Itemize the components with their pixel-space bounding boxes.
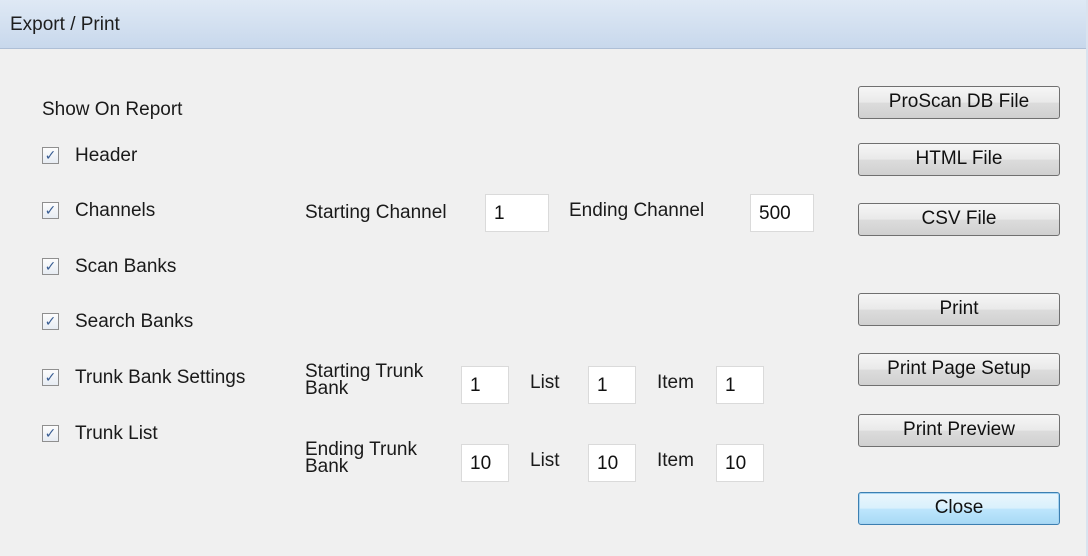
checkmark-icon: ✓ — [44, 425, 57, 441]
close-button[interactable]: Close — [858, 492, 1060, 525]
export-print-dialog: Export / Print Show On Report ✓ Header ✓… — [0, 0, 1088, 556]
channels-checkbox[interactable]: ✓ — [42, 202, 59, 219]
ending-item-input[interactable]: 10 — [716, 444, 764, 482]
ending-channel-label: Ending Channel — [569, 200, 705, 221]
window-title: Export / Print — [10, 14, 120, 35]
starting-item-input[interactable]: 1 — [716, 366, 764, 404]
scan-banks-checkbox-label[interactable]: Scan Banks — [75, 256, 176, 278]
channels-checkbox-label[interactable]: Channels — [75, 200, 155, 222]
trunk-bank-settings-checkbox[interactable]: ✓ — [42, 369, 59, 386]
scan-banks-checkbox[interactable]: ✓ — [42, 258, 59, 275]
starting-trunk-bank-input[interactable]: 1 — [461, 366, 509, 404]
ending-trunk-bank-label: Ending Trunk Bank — [305, 439, 417, 477]
ending-channel-input[interactable]: 500 — [750, 194, 814, 232]
search-banks-checkbox-label[interactable]: Search Banks — [75, 311, 193, 333]
starting-list-label: List — [530, 372, 560, 393]
ending-list-input[interactable]: 10 — [588, 444, 636, 482]
checkmark-icon: ✓ — [44, 202, 57, 218]
checkmark-icon: ✓ — [44, 313, 57, 329]
csv-file-button[interactable]: CSV File — [858, 203, 1060, 236]
ending-list-label: List — [530, 450, 560, 471]
print-button[interactable]: Print — [858, 293, 1060, 326]
search-banks-checkbox[interactable]: ✓ — [42, 313, 59, 330]
starting-trunk-bank-label: Starting Trunk Bank — [305, 361, 424, 399]
trunk-list-checkbox[interactable]: ✓ — [42, 425, 59, 442]
starting-channel-input[interactable]: 1 — [485, 194, 549, 232]
trunk-list-checkbox-label[interactable]: Trunk List — [75, 423, 158, 445]
trunk-bank-settings-checkbox-label[interactable]: Trunk Bank Settings — [75, 367, 245, 389]
starting-item-label: Item — [657, 372, 694, 393]
ending-item-label: Item — [657, 450, 694, 471]
starting-channel-label: Starting Channel — [305, 202, 447, 223]
checkmark-icon: ✓ — [44, 369, 57, 385]
title-bar: Export / Print — [0, 0, 1088, 49]
checkmark-icon: ✓ — [44, 258, 57, 274]
print-page-setup-button[interactable]: Print Page Setup — [858, 353, 1060, 386]
header-checkbox-label[interactable]: Header — [75, 145, 137, 167]
header-checkbox[interactable]: ✓ — [42, 147, 59, 164]
proscan-db-file-button[interactable]: ProScan DB File — [858, 86, 1060, 119]
ending-trunk-bank-input[interactable]: 10 — [461, 444, 509, 482]
html-file-button[interactable]: HTML File — [858, 143, 1060, 176]
starting-list-input[interactable]: 1 — [588, 366, 636, 404]
show-on-report-heading: Show On Report — [42, 99, 183, 120]
checkmark-icon: ✓ — [44, 147, 57, 163]
print-preview-button[interactable]: Print Preview — [858, 414, 1060, 447]
